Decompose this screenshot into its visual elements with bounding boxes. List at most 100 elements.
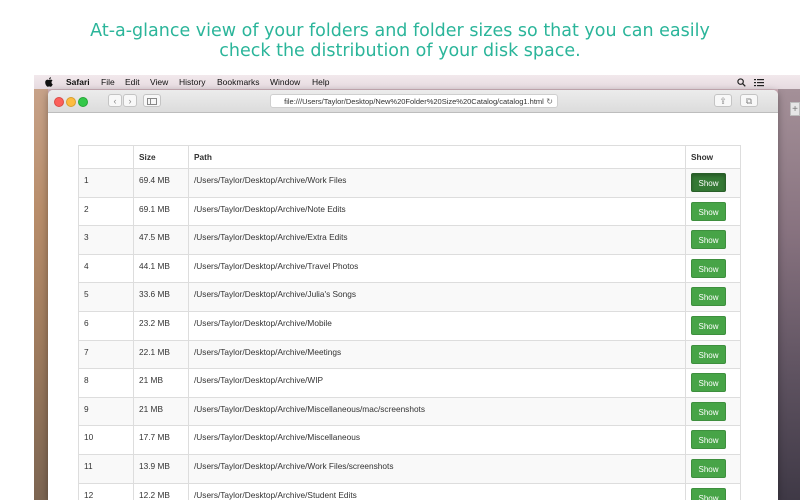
back-icon: ‹ bbox=[113, 96, 117, 106]
menu-file[interactable]: File bbox=[101, 75, 115, 89]
reload-icon[interactable]: ↻ bbox=[546, 95, 553, 107]
forward-icon: › bbox=[128, 96, 132, 106]
row-size: 21 MB bbox=[133, 396, 189, 427]
row-show-cell: Show bbox=[685, 282, 741, 312]
show-folder-button[interactable]: Show bbox=[691, 315, 726, 335]
row-size: 69.4 MB bbox=[133, 168, 189, 198]
address-bar[interactable]: file:///Users/Taylor/Desktop/New%20Folde… bbox=[270, 94, 558, 108]
row-size: 12.2 MB bbox=[133, 482, 189, 500]
row-size: 33.6 MB bbox=[133, 282, 189, 312]
header-show: Show bbox=[685, 145, 741, 169]
menu-bookmarks[interactable]: Bookmarks bbox=[217, 75, 260, 89]
show-tabs-button[interactable]: ⧉ bbox=[740, 94, 758, 107]
row-path: /Users/Taylor/Desktop/Archive/Miscellane… bbox=[188, 396, 686, 427]
table-row: 5 33.6 MB/Users/Taylor/Desktop/Archive/Ju… bbox=[78, 282, 741, 312]
minimize-window-button[interactable] bbox=[66, 97, 76, 107]
row-index: 2 bbox=[78, 196, 134, 227]
apple-icon[interactable] bbox=[45, 75, 53, 90]
row-path: /Users/Taylor/Desktop/Archive/Note Edits bbox=[188, 196, 686, 227]
row-show-cell: Show bbox=[685, 168, 741, 198]
header-index bbox=[78, 145, 134, 169]
row-show-cell: Show bbox=[685, 310, 741, 341]
close-window-button[interactable] bbox=[54, 97, 64, 107]
menu-view[interactable]: View bbox=[150, 75, 168, 89]
table-header-row: Size Path Show bbox=[78, 145, 741, 169]
show-folder-button[interactable]: Show bbox=[691, 401, 726, 421]
row-index: 5 bbox=[78, 282, 134, 312]
row-show-cell: Show bbox=[685, 425, 741, 455]
row-index: 11 bbox=[78, 453, 134, 484]
zoom-window-button[interactable] bbox=[78, 97, 88, 107]
list-icon[interactable] bbox=[754, 75, 764, 89]
show-folder-button[interactable]: Show bbox=[691, 458, 726, 478]
show-folder-button[interactable]: Show bbox=[691, 430, 726, 450]
row-show-cell: Show bbox=[685, 253, 741, 284]
show-folder-button[interactable]: Show bbox=[691, 373, 726, 393]
row-size: 13.9 MB bbox=[133, 453, 189, 484]
sidebar-icon bbox=[147, 98, 157, 105]
row-index: 4 bbox=[78, 253, 134, 284]
row-path: /Users/Taylor/Desktop/Archive/WIP bbox=[188, 368, 686, 398]
menu-edit[interactable]: Edit bbox=[125, 75, 140, 89]
show-folder-button[interactable]: Show bbox=[691, 487, 726, 500]
table-row: 1 69.4 MB/Users/Taylor/Desktop/Archive/Wo… bbox=[78, 168, 741, 198]
table-row: 6 23.2 MB/Users/Taylor/Desktop/Archive/Mo… bbox=[78, 310, 741, 341]
row-path: /Users/Taylor/Desktop/Archive/Work Files bbox=[188, 168, 686, 198]
row-show-cell: Show bbox=[685, 225, 741, 255]
show-folder-button[interactable]: Show bbox=[691, 173, 726, 192]
desktop-wallpaper-left bbox=[34, 89, 48, 500]
forward-button[interactable]: › bbox=[123, 94, 137, 107]
row-index: 1 bbox=[78, 168, 134, 198]
row-show-cell: Show bbox=[685, 339, 741, 370]
menu-history[interactable]: History bbox=[179, 75, 205, 89]
show-folder-button[interactable]: Show bbox=[691, 230, 726, 250]
caption-line-2: check the distribution of your disk spac… bbox=[219, 41, 581, 61]
table-row: 2 69.1 MB/Users/Taylor/Desktop/Archive/No… bbox=[78, 196, 741, 227]
sidebar-toggle-button[interactable] bbox=[143, 94, 161, 107]
new-tab-button[interactable]: + bbox=[790, 102, 800, 116]
share-button[interactable]: ⇪ bbox=[714, 94, 732, 107]
row-index: 9 bbox=[78, 396, 134, 427]
menu-bar: Safari File Edit View History Bookmarks … bbox=[34, 75, 800, 89]
row-show-cell: Show bbox=[685, 396, 741, 427]
row-path: /Users/Taylor/Desktop/Archive/Meetings bbox=[188, 339, 686, 370]
row-index: 6 bbox=[78, 310, 134, 341]
address-url: file:///Users/Taylor/Desktop/New%20Folde… bbox=[284, 97, 544, 106]
row-path: /Users/Taylor/Desktop/Archive/Work Files… bbox=[188, 453, 686, 484]
header-path: Path bbox=[188, 145, 686, 169]
menu-app-name[interactable]: Safari bbox=[66, 75, 90, 89]
show-folder-button[interactable]: Show bbox=[691, 258, 726, 278]
table-row: 12 12.2 MB/Users/Taylor/Desktop/Archive/S… bbox=[78, 482, 741, 500]
menu-help[interactable]: Help bbox=[312, 75, 329, 89]
safari-window: ‹ › file:///Users/Taylor/Desktop/New%20F… bbox=[48, 90, 778, 500]
share-icon: ⇪ bbox=[719, 96, 727, 106]
table-row: 11 13.9 MB/Users/Taylor/Desktop/Archive/W… bbox=[78, 453, 741, 484]
show-folder-button[interactable]: Show bbox=[691, 287, 726, 307]
folder-size-table: Size Path Show 1 69.4 MB/Users/Taylor/Des… bbox=[78, 145, 741, 500]
menu-window[interactable]: Window bbox=[270, 75, 300, 89]
search-icon[interactable] bbox=[737, 75, 746, 89]
table-row: 8 21 MB/Users/Taylor/Desktop/Archive/WIP S… bbox=[78, 368, 741, 398]
table-row: 9 21 MB/Users/Taylor/Desktop/Archive/Misc… bbox=[78, 396, 741, 427]
row-index: 3 bbox=[78, 225, 134, 255]
promo-caption: At-a-glance view of your folders and fol… bbox=[0, 0, 800, 75]
tabs-icon: ⧉ bbox=[745, 96, 753, 106]
row-index: 8 bbox=[78, 368, 134, 398]
row-size: 47.5 MB bbox=[133, 225, 189, 255]
page-content: Size Path Show 1 69.4 MB/Users/Taylor/Des… bbox=[48, 113, 778, 500]
table-row: 4 44.1 MB/Users/Taylor/Desktop/Archive/Tr… bbox=[78, 253, 741, 284]
row-show-cell: Show bbox=[685, 196, 741, 227]
caption-line-1: At-a-glance view of your folders and fol… bbox=[90, 21, 710, 41]
desktop: Safari File Edit View History Bookmarks … bbox=[34, 75, 800, 500]
row-index: 12 bbox=[78, 482, 134, 500]
row-index: 10 bbox=[78, 425, 134, 455]
browser-toolbar: ‹ › file:///Users/Taylor/Desktop/New%20F… bbox=[48, 90, 778, 113]
row-index: 7 bbox=[78, 339, 134, 370]
show-folder-button[interactable]: Show bbox=[691, 344, 726, 364]
row-path: /Users/Taylor/Desktop/Archive/Travel Pho… bbox=[188, 253, 686, 284]
row-path: /Users/Taylor/Desktop/Archive/Student Ed… bbox=[188, 482, 686, 500]
desktop-wallpaper-right bbox=[778, 89, 800, 500]
row-path: /Users/Taylor/Desktop/Archive/Julia's So… bbox=[188, 282, 686, 312]
show-folder-button[interactable]: Show bbox=[691, 201, 726, 221]
back-button[interactable]: ‹ bbox=[108, 94, 122, 107]
